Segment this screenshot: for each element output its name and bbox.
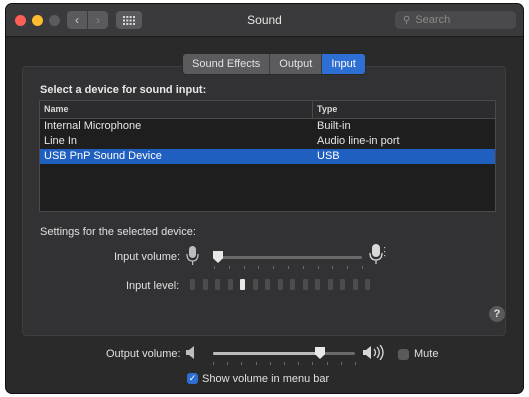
- checkmark-icon: ✓: [188, 373, 197, 383]
- slider-tick: [214, 266, 215, 269]
- slider-tick: [355, 362, 356, 365]
- device-name: USB PnP Sound Device: [44, 150, 162, 162]
- show-volume-label: Show volume in menu bar: [202, 373, 330, 385]
- slider-tick: [244, 266, 245, 269]
- device-name: Internal Microphone: [44, 120, 142, 132]
- search-icon: ⚲: [403, 14, 411, 26]
- slider-tick: [341, 362, 342, 365]
- slider-tick: [273, 266, 274, 269]
- device-name: Line In: [44, 135, 78, 147]
- slider-tick: [312, 362, 313, 365]
- slider-tick: [213, 362, 214, 365]
- level-segment: [290, 279, 295, 290]
- slider-tick: [288, 266, 289, 269]
- tab-bar: Sound Effects Output Input: [182, 53, 366, 75]
- device-settings-heading: Settings for the selected device:: [40, 226, 196, 238]
- speaker-low-icon: [186, 346, 194, 359]
- input-device-table[interactable]: Name Type Internal Microphone Built-in L…: [39, 100, 496, 212]
- input-volume-label: Input volume:: [114, 251, 181, 263]
- tab-output[interactable]: Output: [270, 54, 323, 74]
- show-volume-checkbox[interactable]: ✓: [187, 373, 198, 384]
- slider-tick: [270, 362, 271, 365]
- help-button[interactable]: ?: [489, 306, 505, 322]
- table-row[interactable]: Internal Microphone Built-in: [40, 119, 495, 134]
- level-segment: [252, 279, 258, 290]
- slider-tick: [303, 266, 304, 269]
- device-type: Audio line-in port: [317, 135, 400, 147]
- level-segment: [327, 279, 333, 290]
- level-segment: [190, 279, 195, 290]
- level-segment: [240, 279, 245, 290]
- slider-tick: [298, 362, 299, 365]
- output-volume-knob[interactable]: [315, 347, 325, 359]
- mute-checkbox[interactable]: [398, 349, 409, 360]
- level-segment: [227, 279, 233, 290]
- level-segment: [352, 279, 358, 290]
- level-segment: [365, 279, 370, 290]
- microphone-low-icon: [186, 246, 199, 265]
- slider-tick: [227, 362, 228, 365]
- slider-tick: [318, 266, 319, 269]
- title-bar: ‹ › Sound ⚲ Search: [6, 4, 523, 37]
- slider-tick: [362, 266, 363, 269]
- level-segment: [340, 279, 345, 290]
- slider-tick: [241, 362, 242, 365]
- search-field[interactable]: ⚲ Search: [395, 11, 516, 29]
- device-type: USB: [317, 150, 340, 162]
- mute-label: Mute: [414, 348, 439, 360]
- level-segment: [315, 279, 320, 290]
- slider-tick: [256, 362, 257, 365]
- slider-tick: [347, 266, 348, 269]
- level-segment: [302, 279, 308, 290]
- table-header: Name Type: [40, 101, 495, 119]
- column-divider: [312, 101, 313, 118]
- slider-tick: [327, 362, 328, 365]
- slider-tick: [229, 266, 230, 269]
- slider-tick: [332, 266, 333, 269]
- input-device-heading: Select a device for sound input:: [40, 84, 207, 96]
- slider-tick: [284, 362, 285, 365]
- level-segment: [215, 279, 220, 290]
- level-segment: [265, 279, 270, 290]
- question-mark-icon: ?: [493, 308, 501, 320]
- output-volume-label: Output volume:: [106, 348, 181, 360]
- tab-sound-effects[interactable]: Sound Effects: [183, 54, 271, 74]
- table-row-selected[interactable]: USB PnP Sound Device USB: [40, 149, 495, 164]
- table-row[interactable]: Line In Audio line-in port: [40, 134, 495, 149]
- tab-input[interactable]: Input: [322, 54, 365, 74]
- slider-tick: [258, 266, 259, 269]
- column-header-name[interactable]: Name: [44, 104, 69, 114]
- sound-preferences-window: ‹ › Sound ⚲ Search Sound Effects Output …: [6, 4, 523, 393]
- level-segment: [277, 279, 283, 290]
- microphone-high-icon: [369, 244, 386, 264]
- output-volume-fill: [213, 352, 320, 355]
- search-placeholder: Search: [415, 14, 451, 26]
- device-type: Built-in: [317, 120, 351, 132]
- level-segment: [202, 279, 208, 290]
- speaker-high-icon: [363, 345, 384, 360]
- input-level-label: Input level:: [126, 280, 180, 292]
- column-header-type[interactable]: Type: [317, 104, 337, 114]
- input-volume-slider[interactable]: [214, 256, 362, 259]
